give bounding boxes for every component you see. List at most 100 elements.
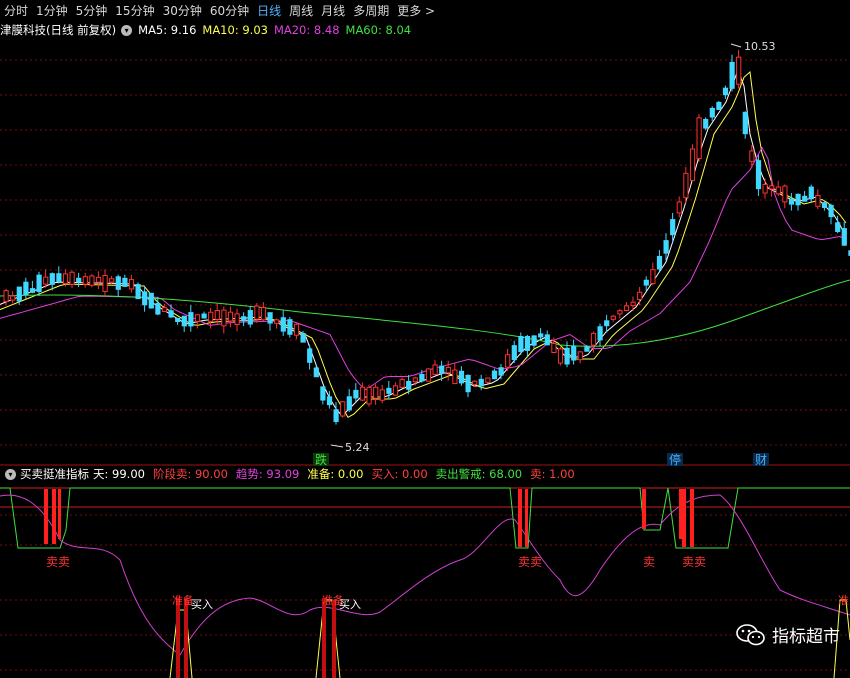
sell-sell-signal: 卖卖 (518, 555, 542, 569)
sell-bar (52, 489, 56, 544)
candle-body (274, 319, 280, 324)
candle-body (505, 354, 511, 368)
candle-body (736, 56, 742, 85)
sell-bar (44, 489, 48, 544)
candle-body (122, 277, 128, 287)
high-price-label: 10.53 (744, 40, 776, 53)
candle-body (564, 347, 570, 365)
candle-body (406, 380, 412, 390)
candle-body (643, 279, 649, 286)
watermark: 指标超市 (736, 622, 840, 647)
candle-body (56, 273, 62, 283)
candle-body (241, 316, 247, 322)
candle-body (399, 379, 405, 388)
candle-body (577, 351, 583, 361)
candle-body (340, 401, 346, 417)
candle-body (491, 370, 498, 380)
low-price-label: 5.24 (345, 441, 370, 454)
prepare-signal-line (315, 599, 341, 678)
sell-bar (58, 489, 61, 539)
candle-body (472, 380, 478, 385)
candle-body (293, 323, 300, 336)
candle-body (128, 279, 135, 290)
candle-body (604, 320, 610, 327)
candle-body (221, 309, 227, 327)
candle-body (511, 345, 517, 361)
candle-body (432, 364, 438, 375)
candle-body (821, 202, 828, 208)
candle-body (590, 332, 597, 346)
candle-body (208, 311, 214, 322)
candle-body (62, 273, 69, 285)
indicator-name: 买卖挺准指标 (20, 467, 89, 481)
sell-sell-signal: 卖卖 (682, 555, 706, 569)
ma60-line (0, 279, 850, 347)
candle-body (109, 278, 115, 283)
candle-body (841, 228, 847, 246)
indicator-value: 阶段卖: 90.00 (152, 467, 228, 481)
candle-body (412, 377, 418, 383)
candle-body (808, 186, 814, 200)
prepare-signal: 准备 (838, 593, 850, 607)
candle-body (247, 310, 253, 325)
candle-body (637, 291, 643, 301)
candle-body (16, 286, 22, 302)
indicator-value: 趋势: 93.09 (235, 467, 300, 481)
candle-body (419, 374, 425, 382)
candle-body (29, 288, 36, 293)
candle-body (650, 269, 656, 285)
candle-body (161, 307, 168, 312)
candle-body (828, 204, 834, 218)
candle-body (326, 396, 333, 406)
candle-body (465, 374, 471, 393)
candle-body (135, 284, 141, 300)
candle-body (656, 255, 663, 270)
ma5-line (0, 68, 847, 417)
candle-body (201, 313, 207, 319)
sell-bar (525, 489, 528, 547)
candle-body (709, 107, 715, 118)
kline-chart[interactable]: 10.53 5.24 跌 停 财 卖卖 卖卖 卖 卖卖 准备 买入 准备 买入 … (0, 0, 850, 678)
sell-bar (679, 489, 682, 539)
candle-body (333, 409, 339, 423)
candle-body (749, 150, 755, 162)
candle-body (815, 195, 821, 207)
candle-body (366, 386, 372, 405)
candle-body (524, 335, 531, 351)
ma10-line (0, 70, 847, 418)
candle-body (584, 346, 590, 352)
candle-body (260, 307, 267, 321)
candle-body (181, 315, 187, 327)
candle-body (36, 274, 42, 293)
candle-body (227, 311, 234, 322)
candle-body (544, 334, 550, 346)
candle-body (788, 198, 795, 205)
candle-body (194, 314, 201, 322)
candle-body (10, 295, 16, 301)
indicator-value: 买入: 0.00 (371, 467, 428, 481)
sell-bar (518, 489, 522, 547)
chevron-down-icon[interactable]: ▾ (5, 468, 16, 480)
candle-body (439, 365, 445, 374)
candle-body (115, 276, 121, 290)
candle-body (703, 118, 709, 129)
candle-body (168, 310, 174, 318)
candle-body (155, 303, 161, 315)
candle-body (571, 345, 577, 361)
candle-body (69, 271, 75, 285)
buy-signal: 买入 (191, 598, 213, 611)
candle-body (630, 301, 636, 307)
buy-bar (176, 598, 180, 678)
candle-body (142, 291, 148, 306)
sell-bar (690, 489, 694, 547)
candle-body (551, 343, 557, 354)
sell-signal: 卖 (643, 555, 655, 569)
candle-body (458, 370, 465, 384)
sell-bar (682, 489, 686, 547)
indicator-value: 天: 99.00 (93, 467, 145, 481)
candle-body (175, 317, 181, 322)
trend-line (0, 494, 850, 656)
candle-body (95, 276, 102, 283)
candle-body (425, 368, 432, 382)
candle-body (89, 275, 95, 286)
